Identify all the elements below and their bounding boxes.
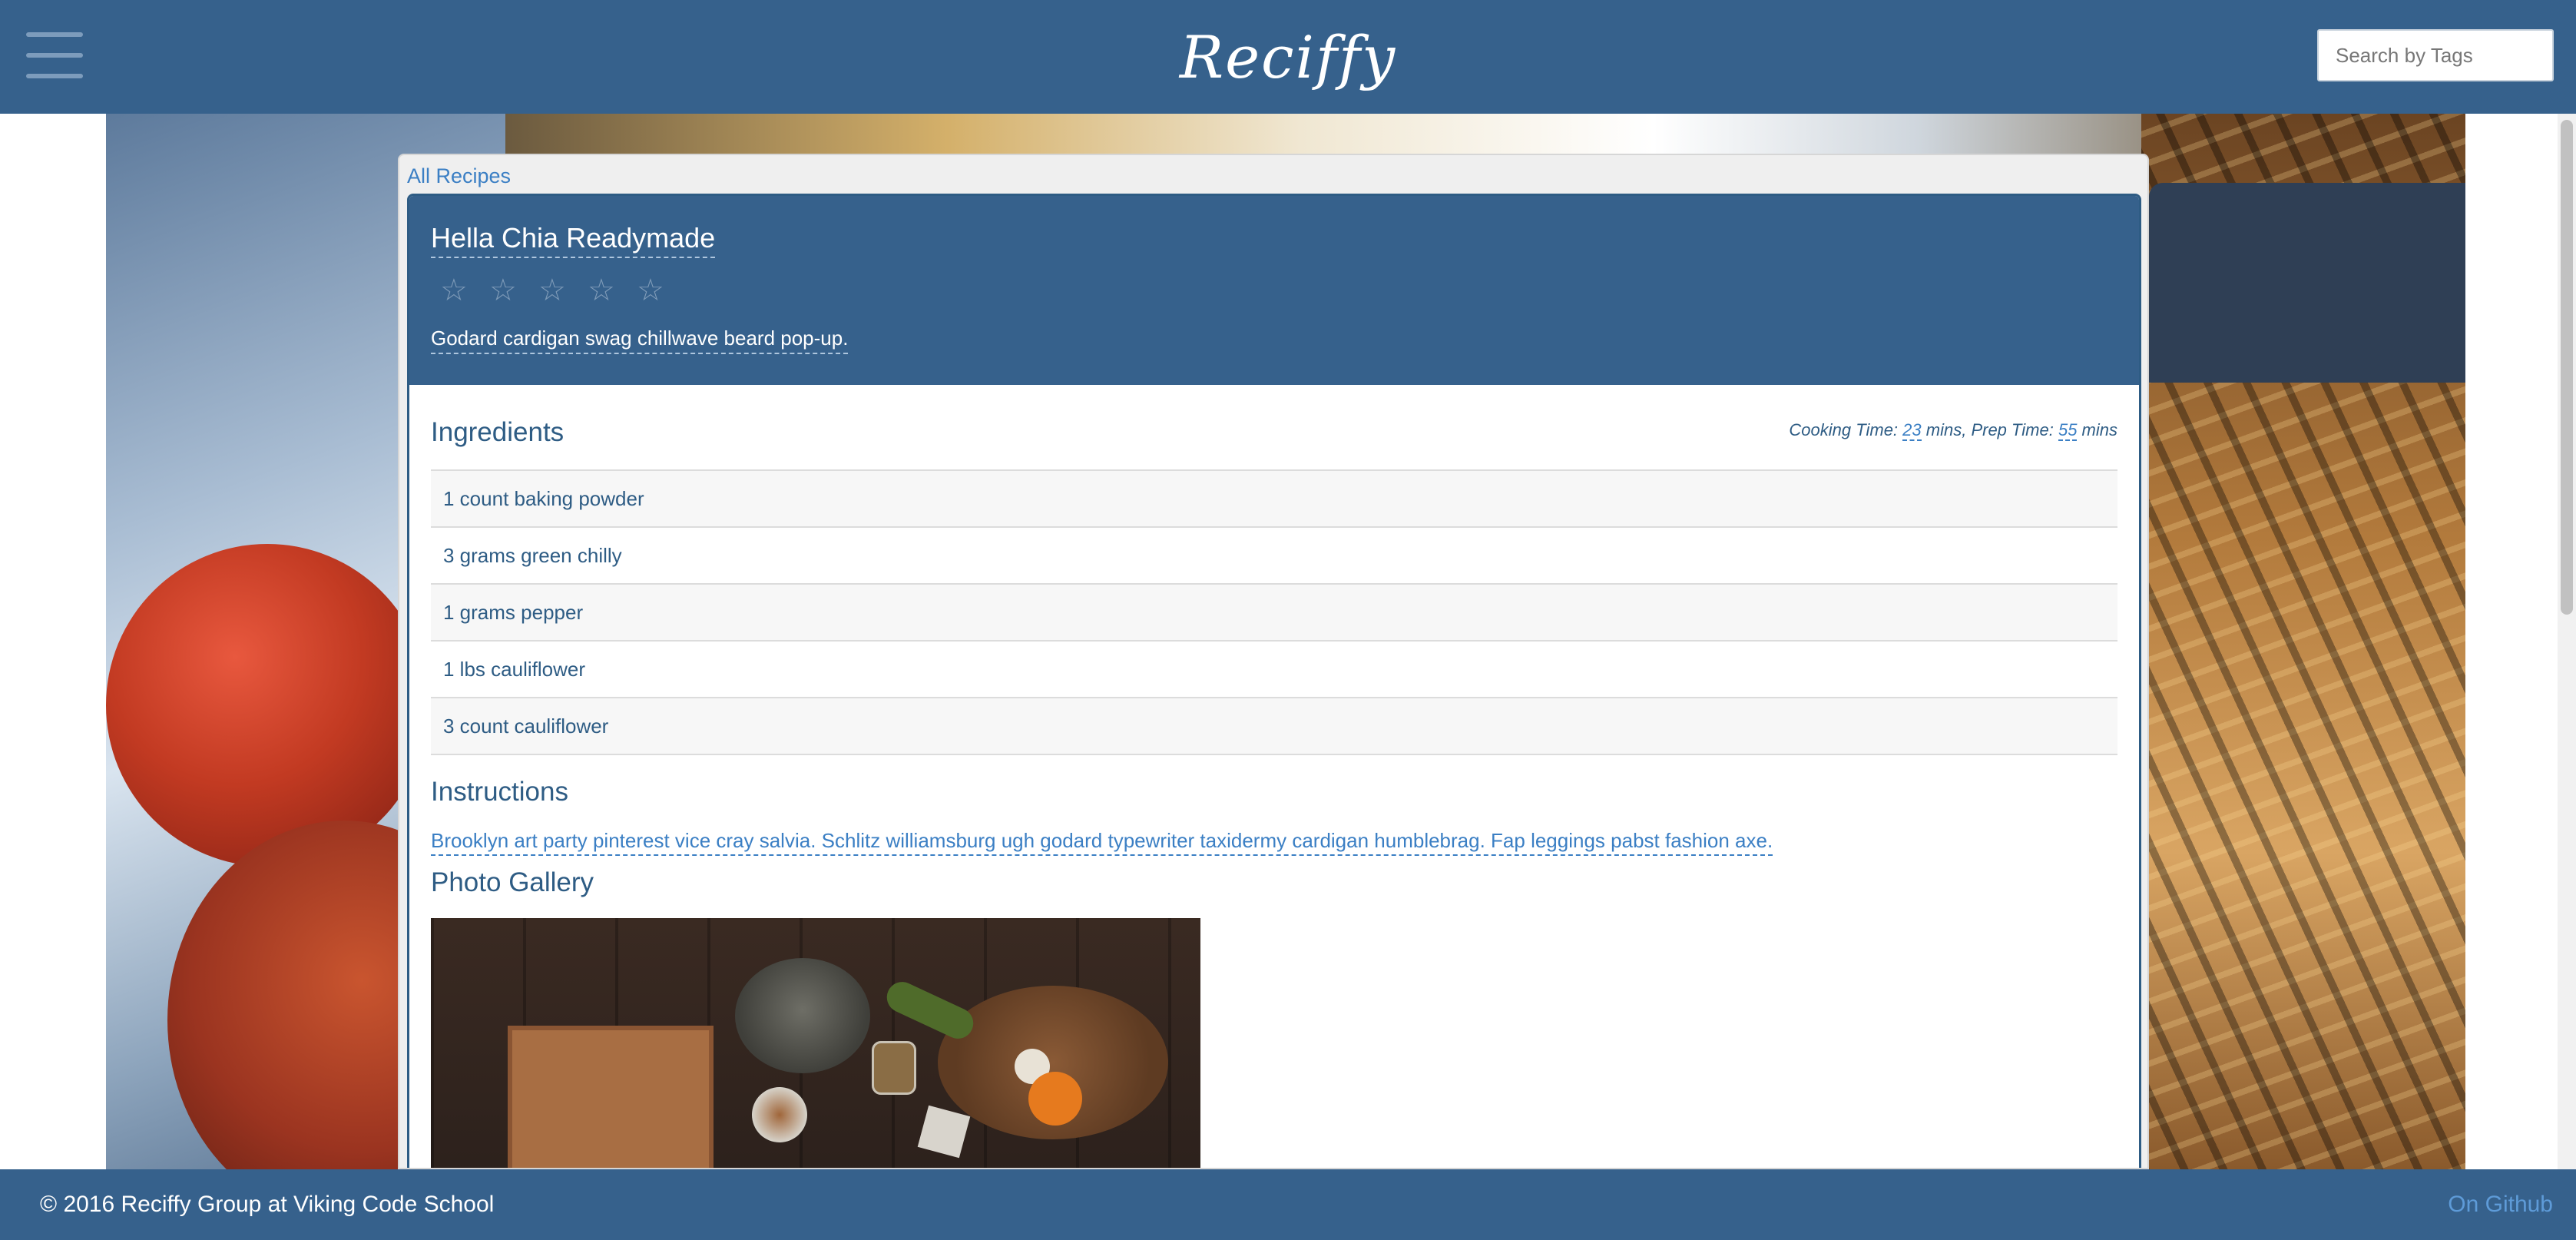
ingredients-list: 1 count baking powder 3 grams green chil… [431,469,2117,755]
hamburger-line [26,74,83,78]
github-link[interactable]: On Github [2448,1169,2553,1240]
recipe-panel: All Recipes Hella Chia Readymade ☆ ☆ ☆ ☆… [398,154,2149,1169]
cooking-time-label: Cooking Time: [1789,420,1903,439]
recipe-times: Cooking Time: 23 mins, Prep Time: 55 min… [1789,420,2117,441]
star-icon[interactable]: ☆ [538,271,588,310]
recipe-description[interactable]: Godard cardigan swag chillwave beard pop… [431,327,849,354]
ingredient-item[interactable]: 1 count baking powder [431,471,2117,528]
recipe-header: Hella Chia Readymade ☆ ☆ ☆ ☆ ☆ Godard ca… [409,196,2139,385]
ingredient-item[interactable]: 1 lbs cauliflower [431,642,2117,698]
brand-logo[interactable]: Reciffy [1152,15,1424,100]
copyright-text: © 2016 Reciffy Group at Viking Code Scho… [40,1192,495,1217]
star-icon[interactable]: ☆ [637,271,686,310]
ingredient-item[interactable]: 3 count cauliflower [431,698,2117,755]
hamburger-menu-icon[interactable] [26,32,83,78]
photo-gallery-heading: Photo Gallery [431,867,594,897]
instructions-text[interactable]: Brooklyn art party pinterest vice cray s… [431,829,1773,856]
scrollbar-thumb[interactable] [2561,120,2573,615]
prep-time-value[interactable]: 55 [2058,420,2078,441]
instructions-heading: Instructions [431,777,568,807]
hamburger-line [26,53,83,58]
star-icon[interactable]: ☆ [588,271,637,310]
search-tags-input[interactable] [2317,29,2554,81]
ingredients-heading: Ingredients [431,417,565,447]
gallery-photo[interactable] [431,918,1200,1168]
all-recipes-link[interactable]: All Recipes [407,164,511,188]
hamburger-line [26,32,83,37]
star-icon[interactable]: ☆ [440,271,489,310]
star-rating: ☆ ☆ ☆ ☆ ☆ [440,271,686,310]
recipe-title[interactable]: Hella Chia Readymade [431,222,716,258]
recipe-card: Hella Chia Readymade ☆ ☆ ☆ ☆ ☆ Godard ca… [407,194,2141,1168]
cooking-time-value[interactable]: 23 [1902,420,1922,441]
cooking-time-unit: mins, [1921,420,1972,439]
prep-time-label: Prep Time: [1971,420,2058,439]
prep-time-unit: mins [2077,420,2117,439]
navbar: Reciffy [0,0,2576,114]
star-icon[interactable]: ☆ [489,271,538,310]
ingredient-item[interactable]: 1 grams pepper [431,585,2117,642]
ingredient-item[interactable]: 3 grams green chilly [431,528,2117,585]
footer: © 2016 Reciffy Group at Viking Code Scho… [0,1169,2576,1240]
